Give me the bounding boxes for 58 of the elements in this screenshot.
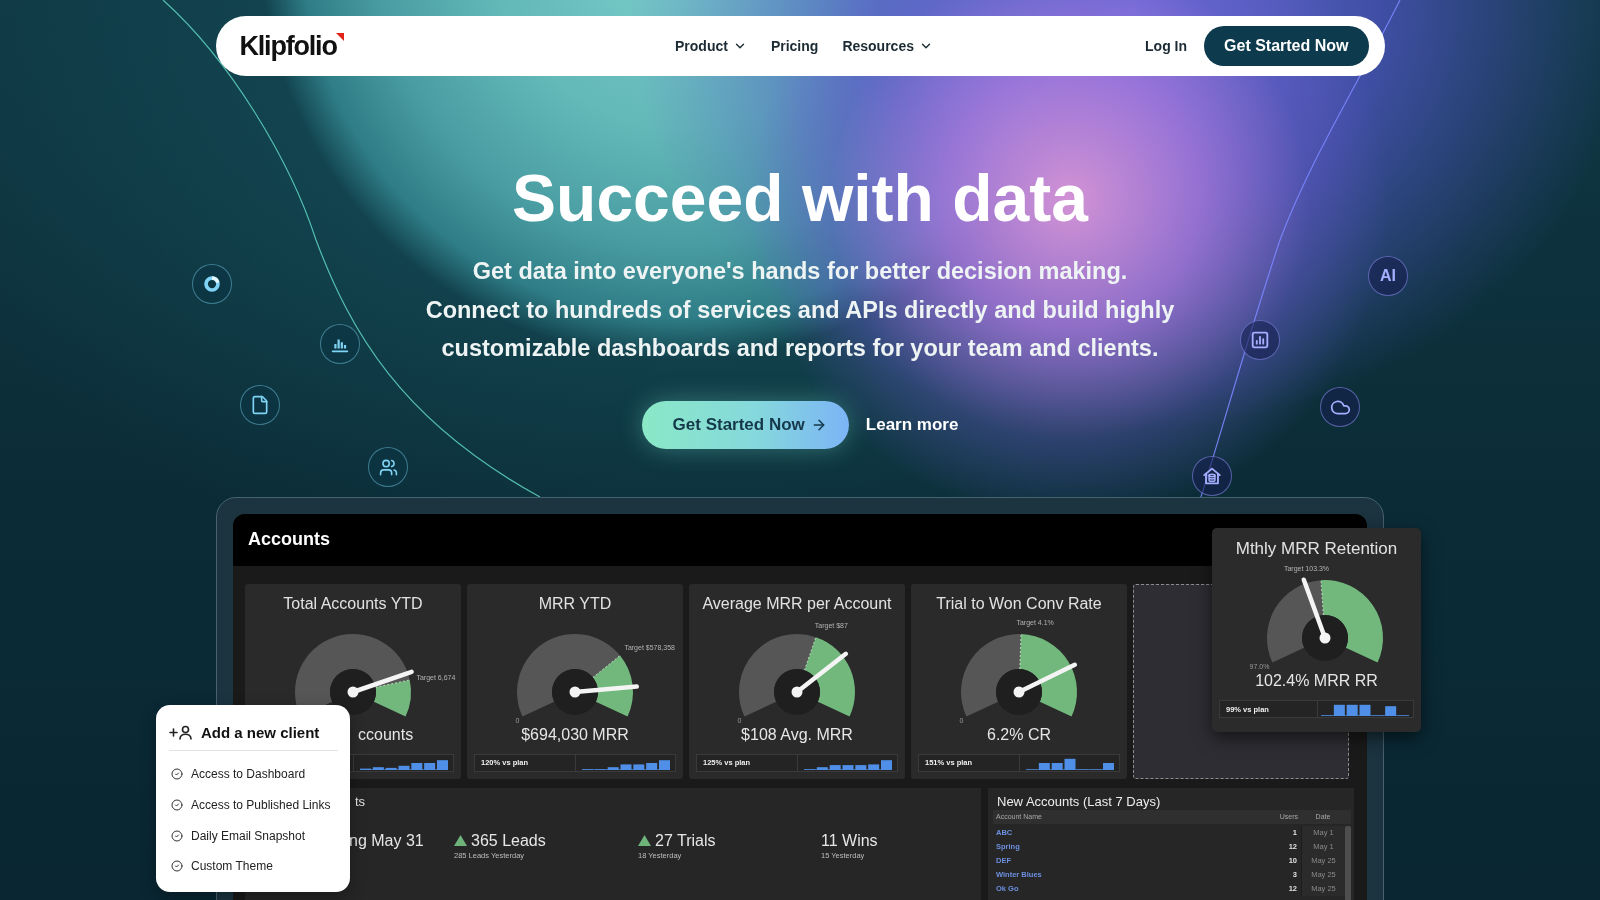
- users-icon: [368, 447, 408, 487]
- add-user-icon: [169, 724, 193, 740]
- stat-value: ng May 31: [349, 830, 424, 851]
- cloud-icon: [1320, 387, 1360, 427]
- gauge-hub: [774, 668, 820, 715]
- card-title: Trial to Won Conv Rate: [936, 593, 1102, 614]
- card-title: MRR YTD: [538, 593, 612, 614]
- learn-more-link[interactable]: Learn more: [865, 414, 959, 435]
- stat-value: 11 Wins: [821, 830, 878, 851]
- file-icon: [240, 385, 280, 425]
- ai-badge: AI: [1368, 256, 1408, 296]
- card-title: Total Accounts YTD: [283, 593, 423, 614]
- card-title: Average MRR per Account: [702, 593, 892, 614]
- stat-value: 27 Trials: [655, 830, 716, 851]
- target-zone: [592, 654, 633, 716]
- dashboard-title: Accounts: [248, 529, 330, 550]
- hero-title: Succeed with data: [512, 160, 1088, 236]
- check-circle-icon: [171, 860, 183, 873]
- triangle-icon: [335, 33, 344, 41]
- gauge-needle: [791, 651, 849, 697]
- gauge-needle: [1301, 577, 1331, 644]
- card-title: Mthly MRR Retention: [1235, 538, 1398, 560]
- stat-value: 365 Leads: [471, 830, 546, 851]
- house-database-icon: [1192, 456, 1232, 496]
- check-circle-icon: [171, 768, 183, 781]
- card-value: ccounts: [358, 724, 414, 745]
- chart-icon: [1240, 320, 1280, 360]
- check-circle-icon: [171, 799, 183, 812]
- feature-item: Access to Published Links: [191, 798, 331, 813]
- card-value: $694,030 MRR: [521, 724, 629, 745]
- gauge-needle: [347, 669, 414, 697]
- nav-link[interactable]: Resources: [842, 38, 933, 54]
- donut-chart-icon: [192, 264, 232, 304]
- gauge-hub: [1302, 615, 1348, 661]
- popup-title: Add a new client: [201, 723, 320, 741]
- gauge-hub: [996, 668, 1042, 715]
- gauge-needle: [1013, 662, 1077, 697]
- table-title: New Accounts (Last 7 Days): [996, 793, 1161, 810]
- check-circle-icon: [171, 829, 183, 842]
- gauge-hub: [552, 668, 598, 715]
- scrollbar[interactable]: [1345, 825, 1351, 900]
- logo[interactable]: Klipfolio: [239, 31, 337, 61]
- get-started-button[interactable]: Get Started Now: [1204, 26, 1369, 66]
- get-started-button[interactable]: Get Started Now: [641, 400, 849, 449]
- login-link[interactable]: Log In: [1145, 38, 1188, 54]
- feature-item: Daily Email Snapshot: [191, 828, 306, 843]
- hero-subtitle: Get data into everyone's hands for better decision making. Connect to hundreds of services and APIs directly and build highly customizable dashboards and reports for your team and clients.: [424, 257, 1176, 363]
- bar-chart-icon: [320, 324, 360, 364]
- card-value: $108 Avg. MRR: [741, 724, 853, 745]
- gauge-needle: [569, 683, 639, 697]
- feature-item: Custom Theme: [191, 859, 273, 874]
- nav-link[interactable]: Pricing: [770, 38, 819, 54]
- target-zone: [373, 679, 411, 716]
- feature-item: Access to Dashboard: [191, 767, 306, 782]
- card-value: 6.2% CR: [987, 724, 1051, 745]
- nav-link[interactable]: Product: [675, 38, 747, 54]
- card-value: 102.4% MRR RR: [1255, 671, 1378, 691]
- panel-title: ts: [355, 793, 366, 810]
